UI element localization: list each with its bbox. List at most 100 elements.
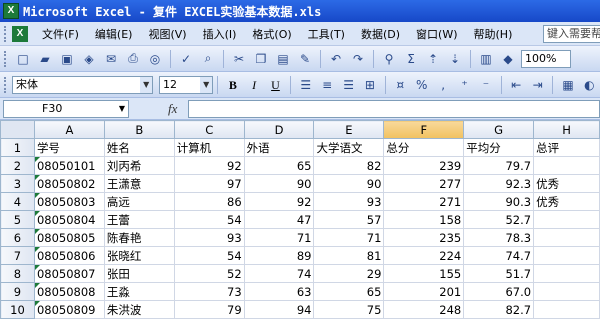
cell[interactable]: 优秀 — [533, 174, 600, 193]
font-size-select[interactable]: 12 ▼ — [158, 75, 214, 94]
cell[interactable]: 51.7 — [463, 264, 535, 283]
cell[interactable]: 78.3 — [463, 228, 535, 247]
cell[interactable]: 155 — [383, 264, 465, 283]
cell[interactable]: 271 — [383, 192, 465, 211]
cell[interactable]: 71 — [243, 228, 315, 247]
cell[interactable]: 277 — [383, 174, 465, 193]
row-header[interactable]: 8 — [0, 264, 35, 283]
font-name-select[interactable]: 宋体 ▼ — [11, 75, 154, 94]
menu-format[interactable]: 格式(O) — [244, 26, 299, 42]
fill-color-icon[interactable]: ◐ — [581, 76, 598, 94]
cell[interactable]: 王蕾 — [103, 210, 175, 229]
cell[interactable]: 82.7 — [463, 300, 535, 319]
cell[interactable]: 89 — [243, 246, 315, 265]
menu-file[interactable]: 文件(F) — [34, 26, 87, 42]
grip-handle[interactable] — [4, 25, 7, 42]
align-center-icon[interactable]: ≡ — [318, 76, 335, 94]
cell[interactable]: 52 — [173, 264, 245, 283]
cell[interactable]: 158 — [383, 210, 465, 229]
cell[interactable]: 54 — [173, 246, 245, 265]
cell[interactable] — [533, 264, 600, 283]
cell[interactable]: 94 — [243, 300, 315, 319]
row-header[interactable]: 4 — [0, 192, 35, 211]
cell[interactable]: 86 — [173, 192, 245, 211]
grip-handle[interactable] — [4, 76, 7, 93]
underline-button[interactable]: U — [266, 76, 285, 94]
align-left-icon[interactable]: ☰ — [297, 76, 314, 94]
document-icon[interactable]: X — [12, 25, 28, 42]
align-right-icon[interactable]: ☰ — [340, 76, 357, 94]
increase-indent-icon[interactable]: ⇥ — [529, 76, 546, 94]
column-header[interactable]: H — [533, 120, 600, 139]
mail-icon[interactable]: ✉ — [102, 50, 120, 68]
row-header[interactable]: 10 — [0, 300, 35, 319]
menu-window[interactable]: 窗口(W) — [408, 26, 465, 42]
cell[interactable] — [533, 300, 600, 319]
column-header[interactable]: D — [243, 120, 315, 139]
print-preview-icon[interactable]: ◎ — [146, 50, 164, 68]
cell[interactable]: 学号 — [33, 138, 105, 157]
column-header[interactable]: B — [103, 120, 175, 139]
cell[interactable]: 201 — [383, 282, 465, 301]
cell[interactable]: 93 — [173, 228, 245, 247]
research-icon[interactable]: ⌕ — [199, 50, 217, 68]
cell[interactable]: 08050807 — [33, 264, 105, 283]
merge-center-icon[interactable]: ⊞ — [361, 76, 378, 94]
cell[interactable] — [533, 246, 600, 265]
decrease-indent-icon[interactable]: ⇤ — [508, 76, 525, 94]
cell[interactable]: 08050808 — [33, 282, 105, 301]
row-header[interactable]: 5 — [0, 210, 35, 229]
open-icon[interactable]: ▰ — [36, 50, 54, 68]
row-header[interactable]: 9 — [0, 282, 35, 301]
cell[interactable]: 92 — [173, 156, 245, 175]
cell[interactable]: 248 — [383, 300, 465, 319]
cell[interactable]: 08050803 — [33, 192, 105, 211]
cell[interactable]: 81 — [313, 246, 385, 265]
menu-help[interactable]: 帮助(H) — [466, 26, 521, 42]
cell[interactable]: 79 — [173, 300, 245, 319]
cell[interactable]: 朱洪波 — [103, 300, 175, 319]
cell[interactable]: 陈春艳 — [103, 228, 175, 247]
cell[interactable]: 97 — [173, 174, 245, 193]
cell[interactable]: 74.7 — [463, 246, 535, 265]
cut-icon[interactable]: ✂ — [230, 50, 248, 68]
bold-button[interactable]: B — [223, 76, 242, 94]
percent-icon[interactable]: % — [413, 76, 430, 94]
cell[interactable]: 08050802 — [33, 174, 105, 193]
borders-icon[interactable]: ▦ — [559, 76, 576, 94]
column-header[interactable]: E — [313, 120, 385, 139]
cell[interactable] — [533, 282, 600, 301]
hyperlink-icon[interactable]: ⚲ — [380, 50, 398, 68]
cell[interactable]: 54 — [173, 210, 245, 229]
undo-icon[interactable]: ↶ — [327, 50, 345, 68]
paste-icon[interactable]: ▤ — [274, 50, 292, 68]
cell[interactable]: 总评 — [533, 138, 600, 157]
comma-style-icon[interactable]: , — [434, 76, 451, 94]
cell[interactable]: 71 — [313, 228, 385, 247]
cell[interactable] — [533, 156, 600, 175]
sort-descending-icon[interactable]: ⇣ — [446, 50, 464, 68]
chevron-down-icon[interactable]: ▼ — [116, 101, 128, 117]
name-box[interactable]: F30 ▼ — [3, 100, 129, 118]
row-header[interactable]: 3 — [0, 174, 35, 193]
help-search-input[interactable]: 键入需要帮助的问题 — [543, 25, 600, 43]
cell[interactable]: 47 — [243, 210, 315, 229]
column-header[interactable]: A — [33, 120, 105, 139]
format-painter-icon[interactable]: ✎ — [296, 50, 314, 68]
zoom-select[interactable]: 100% — [521, 49, 571, 68]
cell[interactable]: 王潇意 — [103, 174, 175, 193]
cell[interactable]: 92.3 — [463, 174, 535, 193]
cell[interactable]: 大学语文 — [313, 138, 385, 157]
cell[interactable]: 75 — [313, 300, 385, 319]
currency-icon[interactable]: ¤ — [392, 76, 409, 94]
cell[interactable]: 总分 — [383, 138, 465, 157]
cell[interactable]: 计算机 — [173, 138, 245, 157]
cell[interactable]: 82 — [313, 156, 385, 175]
cell[interactable]: 74 — [243, 264, 315, 283]
grip-handle[interactable] — [4, 50, 7, 67]
drawing-icon[interactable]: ◆ — [499, 50, 517, 68]
increase-decimal-icon[interactable]: ⁺ — [456, 76, 473, 94]
menu-edit[interactable]: 编辑(E) — [87, 26, 141, 42]
menu-data[interactable]: 数据(D) — [353, 26, 408, 42]
menu-view[interactable]: 视图(V) — [140, 26, 194, 42]
